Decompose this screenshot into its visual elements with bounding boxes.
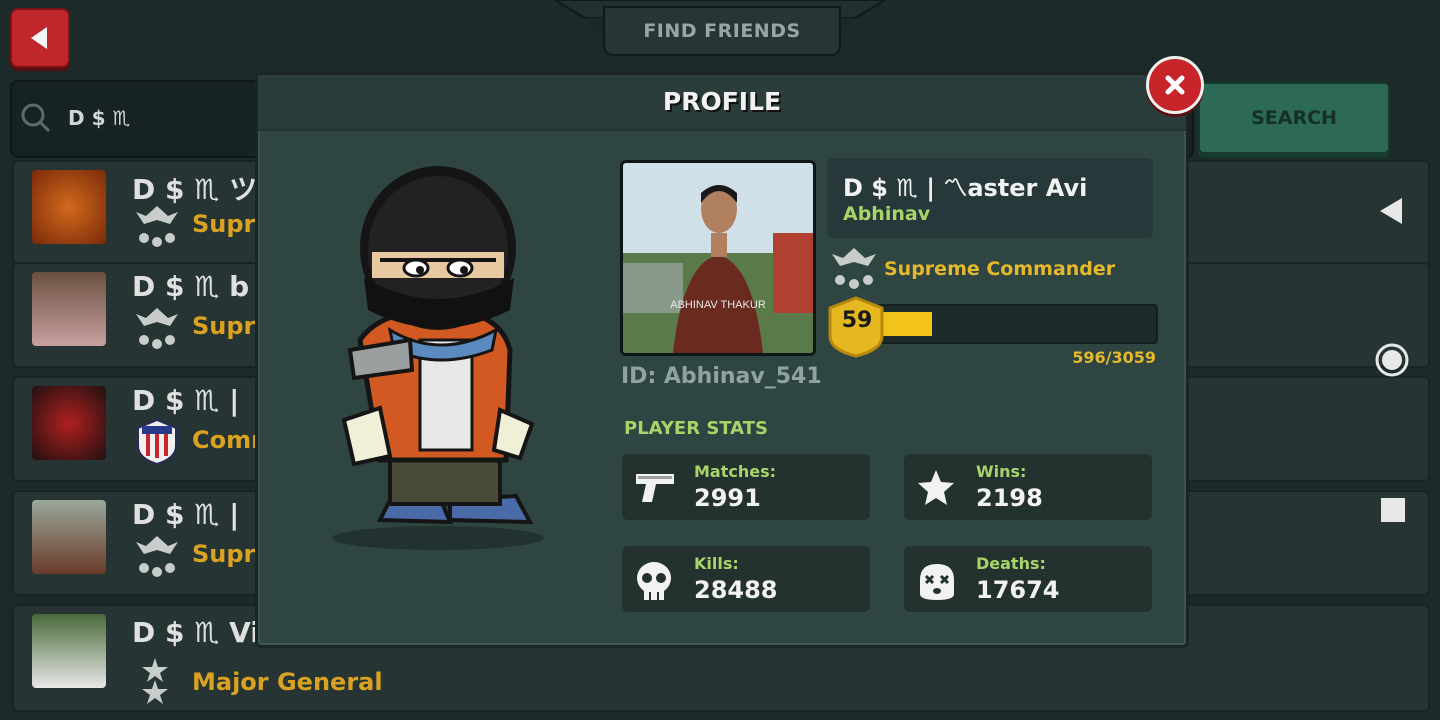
search-button-label: SEARCH — [1251, 107, 1337, 129]
dead-face-icon — [920, 564, 954, 600]
dialog-header: PROFILE — [258, 75, 1186, 131]
search-icon — [21, 103, 51, 133]
nav-recents-icon[interactable] — [1372, 494, 1412, 526]
page-title: FIND FRIENDS — [643, 20, 801, 42]
stat-value: 2198 — [976, 484, 1043, 512]
skull-icon — [637, 562, 671, 600]
photo-watermark: ABHINAV THAKUR — [670, 299, 766, 311]
xp-progress-bar — [876, 304, 1158, 344]
stat-label: Kills: — [694, 554, 739, 573]
list-item-name: D $ ♏ | — [132, 498, 240, 531]
list-item-name: D $ ♏ b — [132, 270, 250, 303]
back-button[interactable] — [10, 8, 70, 68]
stat-label: Deaths: — [976, 554, 1046, 573]
stat-value: 2991 — [694, 484, 761, 512]
nav-home-icon[interactable] — [1372, 340, 1412, 380]
stat-value: 17674 — [976, 576, 1060, 604]
stats-heading: PLAYER STATS — [624, 418, 768, 439]
profile-photo: ABHINAV THAKUR — [620, 160, 816, 356]
stat-value: 28488 — [694, 576, 778, 604]
back-arrow-icon — [31, 27, 47, 49]
stat-wins: Wins: 2198 — [904, 454, 1152, 520]
rank-eagle-icon — [136, 206, 178, 247]
avatar — [32, 500, 106, 574]
search-input[interactable]: D $ ♏ — [68, 106, 130, 130]
avatar — [32, 272, 106, 346]
list-item-name: D $ ♏ | — [132, 384, 240, 417]
pistol-icon — [636, 474, 674, 502]
player-character-avatar — [332, 166, 544, 550]
rank-eagle-icon — [136, 308, 178, 349]
rank-stars-icon — [142, 658, 168, 704]
close-button[interactable] — [1146, 56, 1204, 114]
stat-label: Matches: — [694, 462, 777, 481]
player-subname: Abhinav — [843, 203, 931, 225]
avatar — [32, 386, 106, 460]
star-icon — [918, 470, 954, 505]
rank-shield-icon — [137, 418, 177, 464]
rank-eagle-icon — [136, 536, 178, 577]
player-id: ID: Abhinav_541 — [621, 364, 822, 389]
xp-progress-fill — [878, 312, 933, 336]
avatar — [32, 170, 106, 244]
stat-label: Wins: — [976, 462, 1027, 481]
player-level: 59 — [841, 308, 873, 333]
stat-matches: Matches: 2991 — [622, 454, 870, 520]
name-card: D $ ♏ | 〽aster Avi Abhinav — [827, 158, 1153, 238]
nav-back-icon[interactable] — [1372, 194, 1412, 228]
stat-kills: Kills: 28488 — [622, 546, 870, 612]
xp-text: 596/3059 — [1072, 348, 1156, 367]
player-rank: Supreme Commander — [884, 258, 1116, 280]
stat-deaths: Deaths: 17674 — [904, 546, 1152, 612]
list-item-rank: Major General — [192, 668, 383, 696]
list-item-name: D $ ♏ Vi — [132, 616, 260, 649]
avatar — [32, 614, 106, 688]
player-name: D $ ♏ | 〽aster Avi — [843, 174, 1088, 202]
dialog-title: PROFILE — [662, 87, 782, 116]
title-banner: FIND FRIENDS — [555, 0, 885, 58]
search-button[interactable]: SEARCH — [1198, 82, 1390, 154]
close-icon — [1165, 75, 1185, 95]
rank-eagle-icon — [832, 248, 876, 289]
